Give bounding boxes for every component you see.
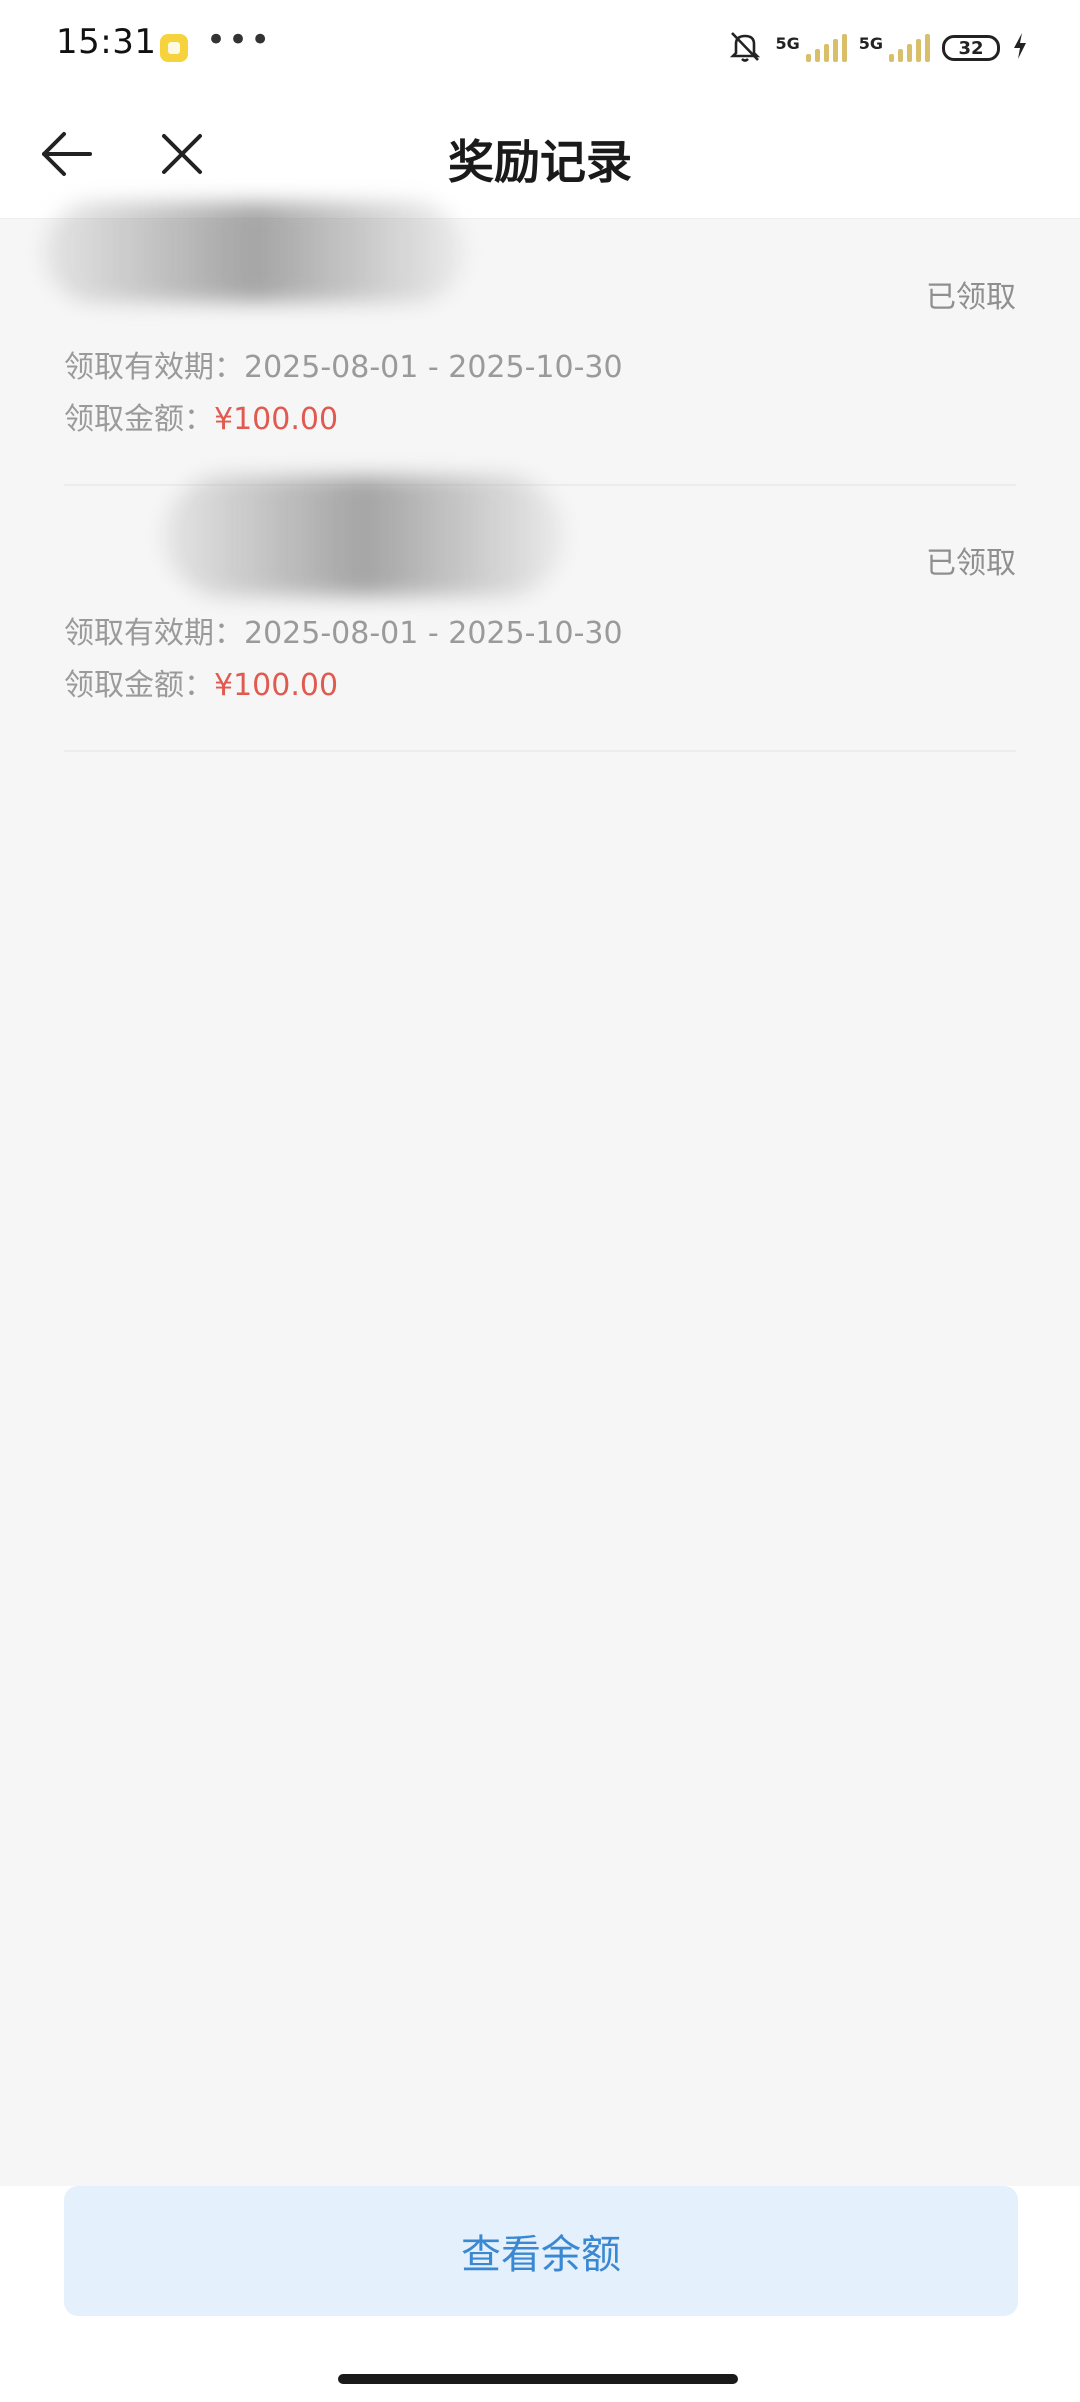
navigation-header: 奖励记录 bbox=[0, 96, 1080, 219]
reward-record-list: 已领取 领取有效期：2025-08-01 - 2025-10-30 领取金额：¥… bbox=[0, 202, 1080, 752]
amount-value: ¥100.00 bbox=[214, 668, 339, 703]
record-validity: 领取有效期：2025-08-01 - 2025-10-30 bbox=[64, 342, 623, 386]
notification-app-icon bbox=[160, 34, 188, 62]
redacted-record-title bbox=[164, 476, 564, 596]
status-bar: 15:31 ••• 5G 5G 32 bbox=[0, 0, 1080, 96]
validity-value: 2025-08-01 - 2025-10-30 bbox=[244, 616, 623, 651]
amount-label: 领取金额： bbox=[64, 402, 214, 437]
reward-record: 已领取 领取有效期：2025-08-01 - 2025-10-30 领取金额：¥… bbox=[44, 202, 1016, 486]
record-status: 已领取 bbox=[926, 280, 1016, 315]
sim1-network-label: 5G bbox=[775, 34, 800, 53]
record-validity: 领取有效期：2025-08-01 - 2025-10-30 bbox=[64, 608, 623, 652]
record-amount: 领取金额：¥100.00 bbox=[64, 660, 338, 704]
redacted-record-title bbox=[44, 202, 464, 302]
view-balance-button[interactable]: 查看余额 bbox=[64, 2186, 1018, 2316]
amount-value: ¥100.00 bbox=[214, 402, 339, 437]
validity-label: 领取有效期： bbox=[64, 350, 244, 385]
record-status: 已领取 bbox=[926, 546, 1016, 581]
signal-sim1-icon: 5G bbox=[775, 34, 847, 62]
charging-icon bbox=[1012, 32, 1028, 64]
validity-value: 2025-08-01 - 2025-10-30 bbox=[244, 350, 623, 385]
amount-label: 领取金额： bbox=[64, 668, 214, 703]
muted-bell-icon bbox=[727, 28, 763, 68]
sim2-network-label: 5G bbox=[858, 34, 883, 53]
battery-icon: 32 bbox=[942, 35, 1000, 61]
home-indicator[interactable] bbox=[338, 2374, 738, 2384]
more-notifications-icon: ••• bbox=[206, 20, 273, 60]
battery-level: 32 bbox=[958, 37, 984, 59]
record-amount: 领取金额：¥100.00 bbox=[64, 394, 338, 438]
status-time: 15:31 bbox=[56, 22, 157, 62]
validity-label: 领取有效期： bbox=[64, 616, 244, 651]
signal-sim2-icon: 5G bbox=[859, 34, 930, 62]
reward-record: 已领取 领取有效期：2025-08-01 - 2025-10-30 领取金额：¥… bbox=[64, 476, 1016, 752]
status-indicators: 5G 5G 32 bbox=[727, 28, 1028, 68]
bottom-action-bar: 查看余额 bbox=[0, 2186, 1080, 2402]
page-title: 奖励记录 bbox=[448, 135, 632, 189]
